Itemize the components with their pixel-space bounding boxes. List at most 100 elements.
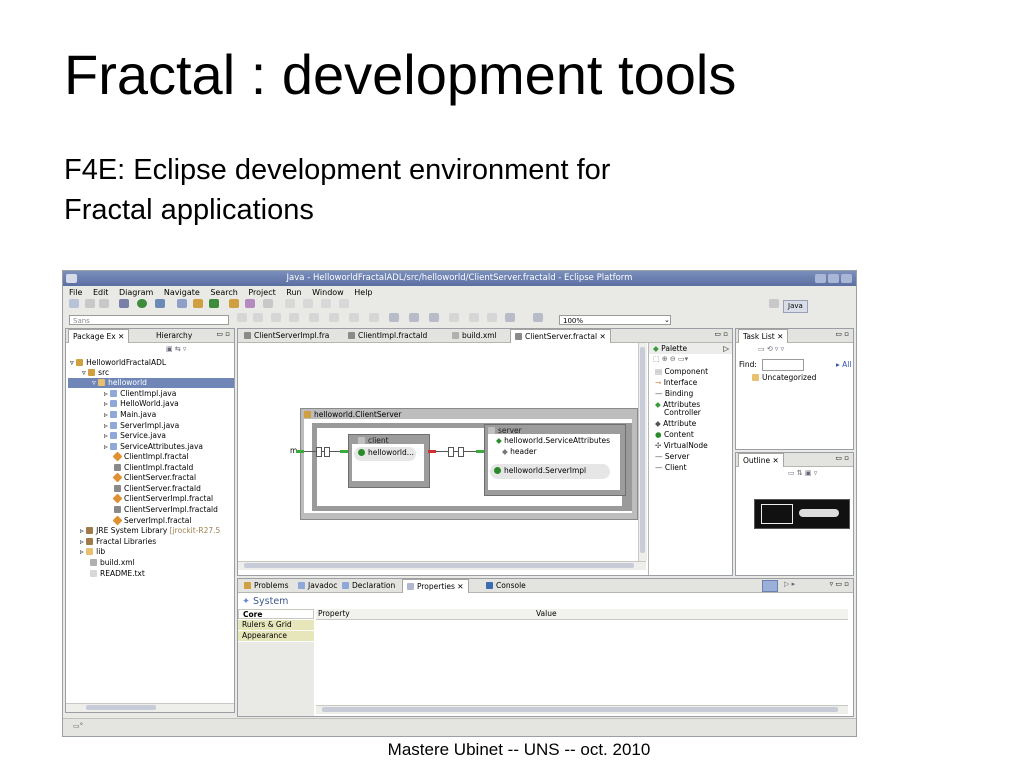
bold-icon[interactable] <box>237 313 247 322</box>
tree-item[interactable]: ClientServer.fractal <box>112 472 196 483</box>
zoom-dropdown-icon[interactable]: ⌄ <box>664 316 670 324</box>
window-maximize-button[interactable] <box>828 274 839 283</box>
new-package-icon[interactable] <box>193 299 203 308</box>
menu-run[interactable]: Run <box>286 288 301 297</box>
debug-icon[interactable] <box>119 299 129 308</box>
distribute-icon[interactable] <box>429 313 439 322</box>
properties-tab-appearance[interactable]: Appearance <box>238 631 314 641</box>
open-perspective-icon[interactable] <box>769 299 779 308</box>
tree-item[interactable]: README.txt <box>90 569 145 579</box>
tree-item[interactable]: ▹ Service.java <box>104 431 166 441</box>
collapse-all-icon[interactable]: ▣ ⇆ ▿ <box>166 345 186 353</box>
interface-client-s[interactable] <box>428 450 436 453</box>
task-filter-all[interactable]: ▸ All <box>836 360 851 369</box>
palette-item-controller[interactable]: Controller <box>655 408 701 418</box>
fill-color-icon[interactable] <box>289 313 299 322</box>
palette-item-content[interactable]: ● Content <box>655 430 694 440</box>
menu-file[interactable]: File <box>69 288 82 297</box>
tree-item[interactable]: ▹ HelloWorld.java <box>104 399 179 409</box>
palette-item-binding[interactable]: — Binding <box>655 389 693 399</box>
tree-item[interactable]: ▹ ClientImpl.java <box>104 389 176 399</box>
tree-item[interactable]: ClientImpl.fractal <box>112 451 189 462</box>
task-list-minmax-icon[interactable]: ▭ ▫ <box>835 330 849 338</box>
col-value[interactable]: Value <box>536 609 557 619</box>
line-icon[interactable] <box>469 313 479 322</box>
task-list-toolbar-icon[interactable]: ▭ ⟲ ▿ ▿ <box>758 345 784 353</box>
palette-tools-icon[interactable]: ⬚ ⊕ ⊖ ▭▾ <box>653 355 688 363</box>
back-icon[interactable] <box>321 299 331 308</box>
next-annotation-icon[interactable] <box>285 299 295 308</box>
tree-item-selected[interactable]: ▿ helloworld <box>68 378 234 388</box>
tab-clientserver-fractal[interactable]: ClientServer.fractal ✕ <box>510 329 611 343</box>
diagram-canvas[interactable]: helloworld.ClientServer client helloworl… <box>238 343 646 561</box>
open-type-icon[interactable] <box>229 299 239 308</box>
tree-item[interactable]: ClientServerImpl.fractald <box>114 505 218 515</box>
palette-item-virtualnode[interactable]: ✣ VirtualNode <box>655 441 708 451</box>
tree-item[interactable]: ClientServer.fractald <box>114 484 201 494</box>
tab-hierarchy[interactable]: Hierarchy <box>152 329 196 342</box>
outline-minmax-icon[interactable]: ▭ ▫ <box>835 454 849 462</box>
task-find-input[interactable] <box>762 359 804 371</box>
print-icon[interactable] <box>99 299 109 308</box>
forward-icon[interactable] <box>339 299 349 308</box>
fast-view-icon[interactable]: ▭° <box>73 722 83 730</box>
palette-item-component[interactable]: ▤ Component <box>655 367 708 377</box>
editor-minmax-icon[interactable]: ▭ ▫ <box>714 330 728 338</box>
align-icon[interactable] <box>389 313 399 322</box>
window-minimize-button[interactable] <box>815 274 826 283</box>
properties-menu-icon[interactable]: ▷ ▸ <box>784 580 795 588</box>
tab-build-xml[interactable]: build.xml <box>448 329 501 342</box>
properties-tab-core[interactable]: Core <box>238 609 314 619</box>
tree-item[interactable]: ▹ lib <box>80 547 105 557</box>
menu-search[interactable]: Search <box>210 288 237 297</box>
col-property[interactable]: Property <box>318 609 350 619</box>
tree-item[interactable]: ServerImpl.fractal <box>112 515 191 526</box>
palette-collapse-icon[interactable]: ▷ <box>723 343 729 354</box>
font-combo[interactable]: Sans <box>69 315 229 325</box>
line-color-icon[interactable] <box>309 313 319 322</box>
outline-thumbnail[interactable] <box>754 499 850 529</box>
menu-edit[interactable]: Edit <box>93 288 109 297</box>
tab-console[interactable]: Console <box>482 579 530 592</box>
tab-declaration[interactable]: Declaration <box>338 579 399 592</box>
route-icon[interactable] <box>533 313 543 322</box>
tab-outline[interactable]: Outline ✕ <box>738 453 784 467</box>
task-category[interactable]: Uncategorized <box>752 373 816 383</box>
annotation-icon[interactable] <box>263 299 273 308</box>
external-tools-icon[interactable] <box>155 299 165 308</box>
arrange-icon[interactable] <box>409 313 419 322</box>
interface-m-client[interactable] <box>340 450 348 453</box>
layout-icon[interactable] <box>505 313 515 322</box>
palette-item-interface[interactable]: ⊸ Interface <box>655 378 697 388</box>
font-color-icon[interactable] <box>271 313 281 322</box>
properties-tab-rulers-grid[interactable]: Rulers & Grid <box>238 620 314 630</box>
tree-item[interactable]: ClientImpl.fractald <box>114 463 193 473</box>
arrow-style-icon[interactable] <box>349 313 359 322</box>
palette-item-attribute[interactable]: ◆ Attribute <box>655 419 696 429</box>
search-icon[interactable] <box>245 299 255 308</box>
delete-icon[interactable] <box>487 313 497 322</box>
properties-minmax-icon[interactable]: ▿ ▭ ▫ <box>830 580 849 588</box>
run-icon[interactable] <box>137 299 147 308</box>
tab-clientserverimpl[interactable]: ClientServerImpl.fra <box>240 329 333 342</box>
tab-properties[interactable]: Properties ✕ <box>402 579 469 593</box>
outline-toolbar-icon[interactable]: ▭ ⇅ ▣ ▿ <box>788 469 817 477</box>
menu-navigate[interactable]: Navigate <box>164 288 200 297</box>
tree-item[interactable]: ▿ src <box>82 368 109 378</box>
italic-icon[interactable] <box>253 313 263 322</box>
new-java-project-icon[interactable] <box>177 299 187 308</box>
menu-project[interactable]: Project <box>248 288 275 297</box>
tree-item[interactable]: ▿ HelloworldFractalADL <box>70 358 166 368</box>
tree-item[interactable]: ▹ Main.java <box>104 410 156 420</box>
line-style-icon[interactable] <box>329 313 339 322</box>
diagram-hscroll[interactable] <box>238 561 646 570</box>
tree-item[interactable]: ▹ JRE System Library [jrockit-R27.5 <box>80 526 220 536</box>
menu-help[interactable]: Help <box>354 288 372 297</box>
tab-problems[interactable]: Problems <box>240 579 293 592</box>
left-panel-minmax-icon[interactable]: ▭ ▫ <box>216 330 230 338</box>
tab-clientimpl[interactable]: ClientImpl.fractald <box>344 329 431 342</box>
palette-header[interactable]: ◆ Palette ▷ <box>649 343 732 354</box>
save-icon[interactable] <box>85 299 95 308</box>
window-close-button[interactable] <box>841 274 852 283</box>
tab-package-explorer[interactable]: Package Ex ✕ <box>68 329 130 343</box>
